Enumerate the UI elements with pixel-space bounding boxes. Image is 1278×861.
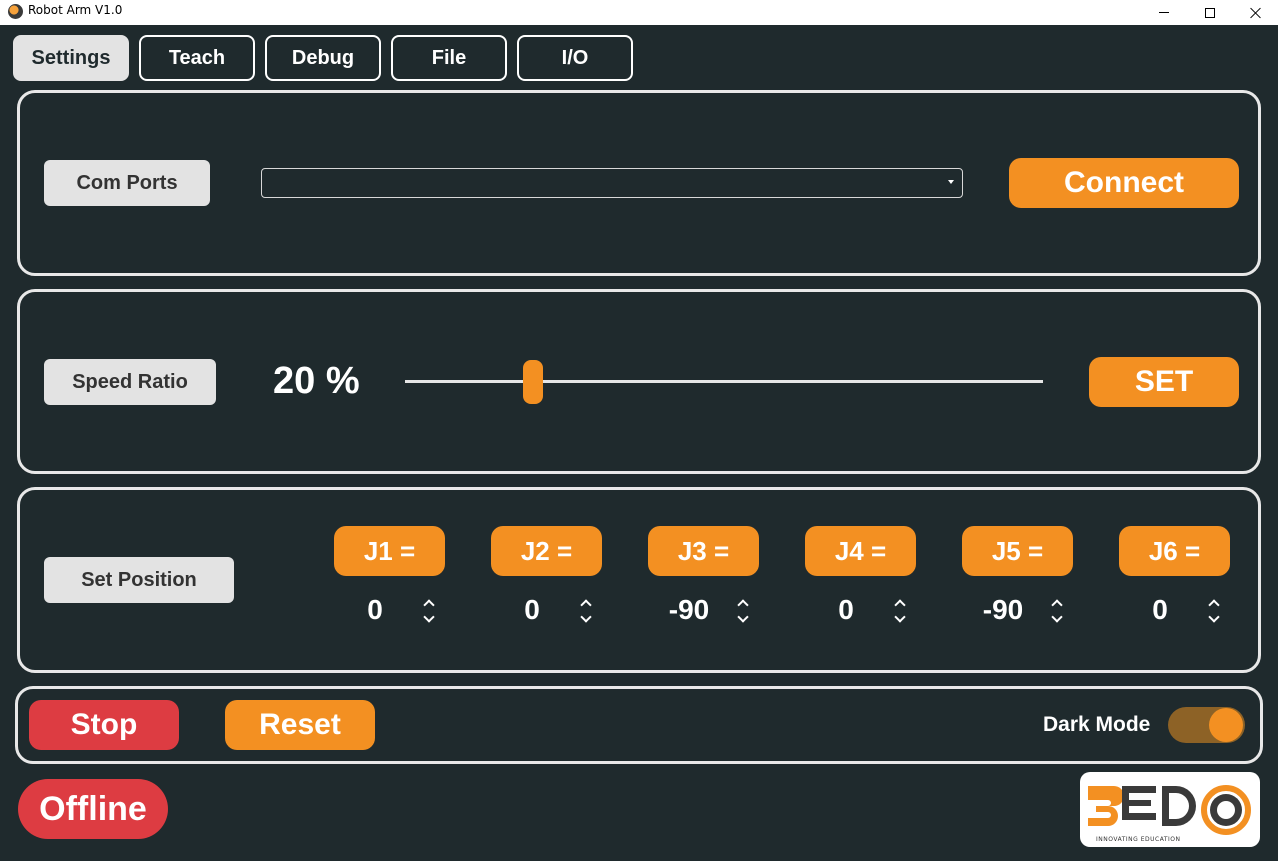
- chevron-down-icon[interactable]: [580, 613, 592, 625]
- speed-slider[interactable]: [405, 380, 1043, 383]
- joint-4-label: J4 =: [805, 526, 916, 576]
- joint-3-stepper[interactable]: [737, 597, 749, 625]
- chevron-down-icon: [948, 180, 954, 184]
- speed-slider-handle[interactable]: [522, 360, 543, 404]
- maximize-icon: [1205, 7, 1215, 18]
- chevron-down-icon[interactable]: [894, 613, 906, 625]
- chevron-up-icon[interactable]: [737, 597, 749, 609]
- joint-5-stepper[interactable]: [1051, 597, 1063, 625]
- joint-2-stepper[interactable]: [580, 597, 592, 625]
- tab-file[interactable]: File: [391, 35, 507, 81]
- tab-io[interactable]: I/O: [517, 35, 633, 81]
- joint-4-stepper[interactable]: [894, 597, 906, 625]
- reset-button[interactable]: Reset: [225, 700, 375, 750]
- dark-mode-label: Dark Mode: [1043, 713, 1151, 736]
- dark-mode-toggle[interactable]: [1168, 707, 1245, 743]
- connect-button[interactable]: Connect: [1009, 158, 1239, 208]
- chevron-down-icon[interactable]: [737, 613, 749, 625]
- tab-settings[interactable]: Settings: [13, 35, 129, 81]
- close-icon: [1250, 7, 1262, 19]
- chevron-down-icon[interactable]: [1208, 613, 1220, 625]
- toggle-knob: [1209, 708, 1243, 742]
- close-button[interactable]: [1233, 0, 1278, 25]
- connection-status-badge: Offline: [18, 779, 168, 839]
- joint-6-stepper[interactable]: [1208, 597, 1220, 625]
- joint-5-label: J5 =: [962, 526, 1073, 576]
- joint-5-input[interactable]: -90: [958, 594, 1048, 626]
- set-position-button[interactable]: Set Position: [44, 557, 234, 603]
- joint-3-label: J3 =: [648, 526, 759, 576]
- chevron-up-icon[interactable]: [423, 597, 435, 609]
- bedo-logo: INNOVATING EDUCATION: [1080, 772, 1260, 847]
- minimize-button[interactable]: [1141, 0, 1187, 25]
- stop-button[interactable]: Stop: [29, 700, 179, 750]
- joint-4-input[interactable]: 0: [801, 594, 891, 626]
- chevron-up-icon[interactable]: [894, 597, 906, 609]
- window-title: Robot Arm V1.0: [28, 3, 123, 17]
- title-bar: Robot Arm V1.0: [0, 0, 1278, 25]
- tab-debug[interactable]: Debug: [265, 35, 381, 81]
- minimize-icon: [1159, 12, 1169, 13]
- com-ports-button[interactable]: Com Ports: [44, 160, 210, 206]
- joint-1-input[interactable]: 0: [330, 594, 420, 626]
- joint-2-label: J2 =: [491, 526, 602, 576]
- joint-6-input[interactable]: 0: [1115, 594, 1205, 626]
- speed-ratio-button[interactable]: Speed Ratio: [44, 359, 216, 405]
- tab-teach[interactable]: Teach: [139, 35, 255, 81]
- speed-value: 20 %: [273, 360, 360, 402]
- logo-tagline: INNOVATING EDUCATION: [1096, 836, 1181, 843]
- maximize-button[interactable]: [1187, 0, 1233, 25]
- joint-1-label: J1 =: [334, 526, 445, 576]
- chevron-up-icon[interactable]: [1208, 597, 1220, 609]
- joint-6-label: J6 =: [1119, 526, 1230, 576]
- chevron-down-icon[interactable]: [423, 613, 435, 625]
- joint-2-input[interactable]: 0: [487, 594, 577, 626]
- chevron-up-icon[interactable]: [580, 597, 592, 609]
- com-port-select[interactable]: [261, 168, 963, 198]
- chevron-down-icon[interactable]: [1051, 613, 1063, 625]
- joint-1-stepper[interactable]: [423, 597, 435, 625]
- app-icon: [8, 4, 23, 19]
- joint-3-input[interactable]: -90: [644, 594, 734, 626]
- chevron-up-icon[interactable]: [1051, 597, 1063, 609]
- set-speed-button[interactable]: SET: [1089, 357, 1239, 407]
